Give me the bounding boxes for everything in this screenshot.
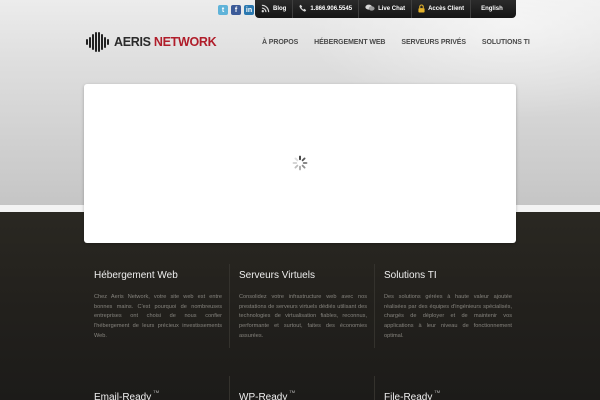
blog-link[interactable]: Blog [255, 0, 292, 18]
product-email-ready[interactable]: Email-ReadyTM [94, 389, 159, 400]
blog-label: Blog [273, 6, 287, 12]
livechat-link[interactable]: Live Chat [359, 0, 411, 18]
language-switch[interactable]: English [471, 0, 513, 18]
linkedin-icon[interactable]: in [244, 5, 254, 15]
column-separator [229, 376, 230, 400]
nav-item-hebergement-web[interactable]: HÉBERGEMENT WEB [314, 39, 385, 46]
product-file-ready[interactable]: File-ReadyTM [384, 389, 440, 400]
feature-title[interactable]: Hébergement Web [94, 270, 222, 281]
product-title: WP-Ready [239, 392, 288, 400]
client-access-link[interactable]: Accès Client [412, 0, 470, 18]
nav-item-solutions-ti[interactable]: SOLUTIONS TI [482, 39, 530, 46]
facebook-icon[interactable]: f [231, 5, 241, 15]
utility-bar: Blog 1.866.906.5545 Live Chat Accès Clie… [255, 0, 516, 18]
product-wp-ready[interactable]: WP-ReadyTM [239, 389, 295, 400]
social-links: t f in [218, 5, 254, 15]
lock-icon [418, 4, 425, 15]
feature-title[interactable]: Solutions TI [384, 270, 512, 281]
logo-mark-icon [86, 32, 109, 52]
rss-icon [261, 4, 270, 15]
livechat-label: Live Chat [378, 6, 406, 12]
client-access-label: Accès Client [428, 6, 465, 12]
feature-title[interactable]: Serveurs Virtuels [239, 270, 367, 281]
feature-text: Consolidez votre infrastructure web avec… [239, 294, 367, 339]
phone-icon [299, 4, 307, 14]
nav-item-a-propos[interactable]: À PROPOS [262, 39, 298, 46]
phone-label: 1.866.906.5545 [310, 6, 353, 12]
phone-link[interactable]: 1.866.906.5545 [293, 0, 358, 18]
feature-serveurs-virtuels: Serveurs Virtuels Consolidez votre infra… [239, 270, 367, 342]
twitter-icon[interactable]: t [218, 5, 228, 15]
chat-icon [365, 4, 375, 14]
trademark-mark: TM [153, 389, 160, 394]
brand-logo[interactable]: AERIS NETWORK [86, 32, 217, 52]
trademark-mark: TM [434, 389, 441, 394]
column-separator [374, 264, 375, 348]
product-title: File-Ready [384, 392, 433, 400]
product-title: Email-Ready [94, 392, 152, 400]
main-nav: À PROPOS HÉBERGEMENT WEB SERVEURS PRIVÉS… [262, 39, 530, 46]
feature-hebergement: Hébergement Web Chez Aeris Network, votr… [94, 270, 222, 342]
trademark-mark: TM [289, 389, 296, 394]
loading-spinner-icon [292, 155, 308, 171]
column-separator [229, 264, 230, 348]
column-separator [374, 376, 375, 400]
language-label: English [481, 6, 503, 12]
logo-text-part2: NETWORK [153, 35, 217, 49]
feature-solutions-ti: Solutions TI Des solutions gérées à haut… [384, 270, 512, 342]
feature-text: Chez Aeris Network, votre site web est e… [94, 294, 222, 339]
hero-slider [84, 84, 516, 243]
nav-item-serveurs-prives[interactable]: SERVEURS PRIVÉS [401, 39, 466, 46]
logo-text-part1: AERIS [114, 35, 151, 49]
logo-text: AERIS NETWORK [114, 35, 217, 49]
feature-text: Des solutions gérées à haute valeur ajou… [384, 294, 512, 339]
